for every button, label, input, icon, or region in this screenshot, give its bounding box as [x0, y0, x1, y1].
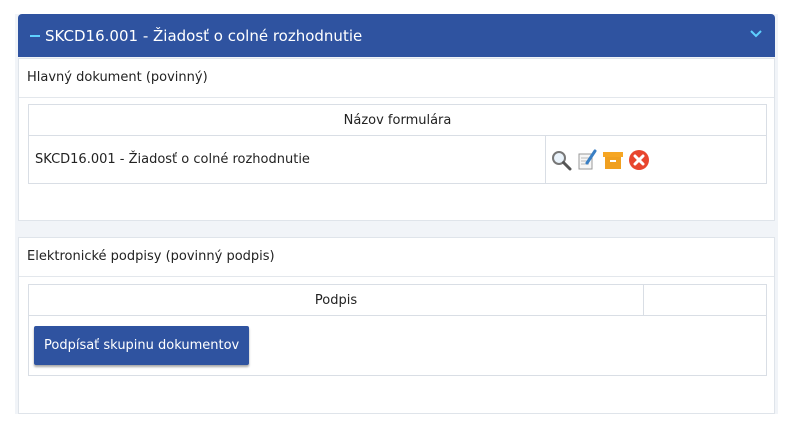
main-document-title: Hlavný dokument (povinný)	[19, 59, 774, 98]
delete-icon[interactable]	[628, 149, 650, 171]
main-document-panel: Hlavný dokument (povinný) Názov formulár…	[18, 58, 775, 221]
form-header[interactable]: SKCD16.001 - Žiadosť o colné rozhodnutie	[18, 14, 775, 57]
sign-button-cell: Podpísať skupinu dokumentov	[28, 315, 767, 376]
signatures-panel: Elektronické podpisy (povinný podpis) Po…	[18, 237, 775, 414]
form-container: SKCD16.001 - Žiadosť o colné rozhodnutie…	[15, 14, 778, 414]
signatures-title: Elektronické podpisy (povinný podpis)	[19, 238, 774, 277]
table-row: Podpísať skupinu dokumentov	[28, 315, 767, 376]
form-name-cell: SKCD16.001 - Žiadosť o colné rozhodnutie	[28, 135, 546, 184]
table-header-empty	[643, 284, 767, 316]
table-header-signature: Podpis	[28, 284, 644, 316]
form-title: SKCD16.001 - Žiadosť o colné rozhodnutie	[45, 26, 363, 45]
main-document-table: Názov formulára SKCD16.001 - Žiadosť o c…	[28, 104, 767, 184]
search-icon[interactable]	[550, 149, 572, 171]
actions-cell	[545, 135, 767, 184]
table-header-form-name: Názov formulára	[28, 104, 767, 136]
archive-icon[interactable]	[602, 149, 624, 171]
edit-form-icon[interactable]	[576, 149, 598, 171]
table-row: SKCD16.001 - Žiadosť o colné rozhodnutie	[28, 135, 767, 184]
collapse-icon[interactable]	[30, 34, 40, 37]
sign-document-group-button[interactable]: Podpísať skupinu dokumentov	[34, 326, 250, 365]
chevron-down-icon[interactable]	[749, 27, 763, 41]
signatures-table: Podpis Podpísať skupinu dokumentov	[28, 284, 767, 376]
